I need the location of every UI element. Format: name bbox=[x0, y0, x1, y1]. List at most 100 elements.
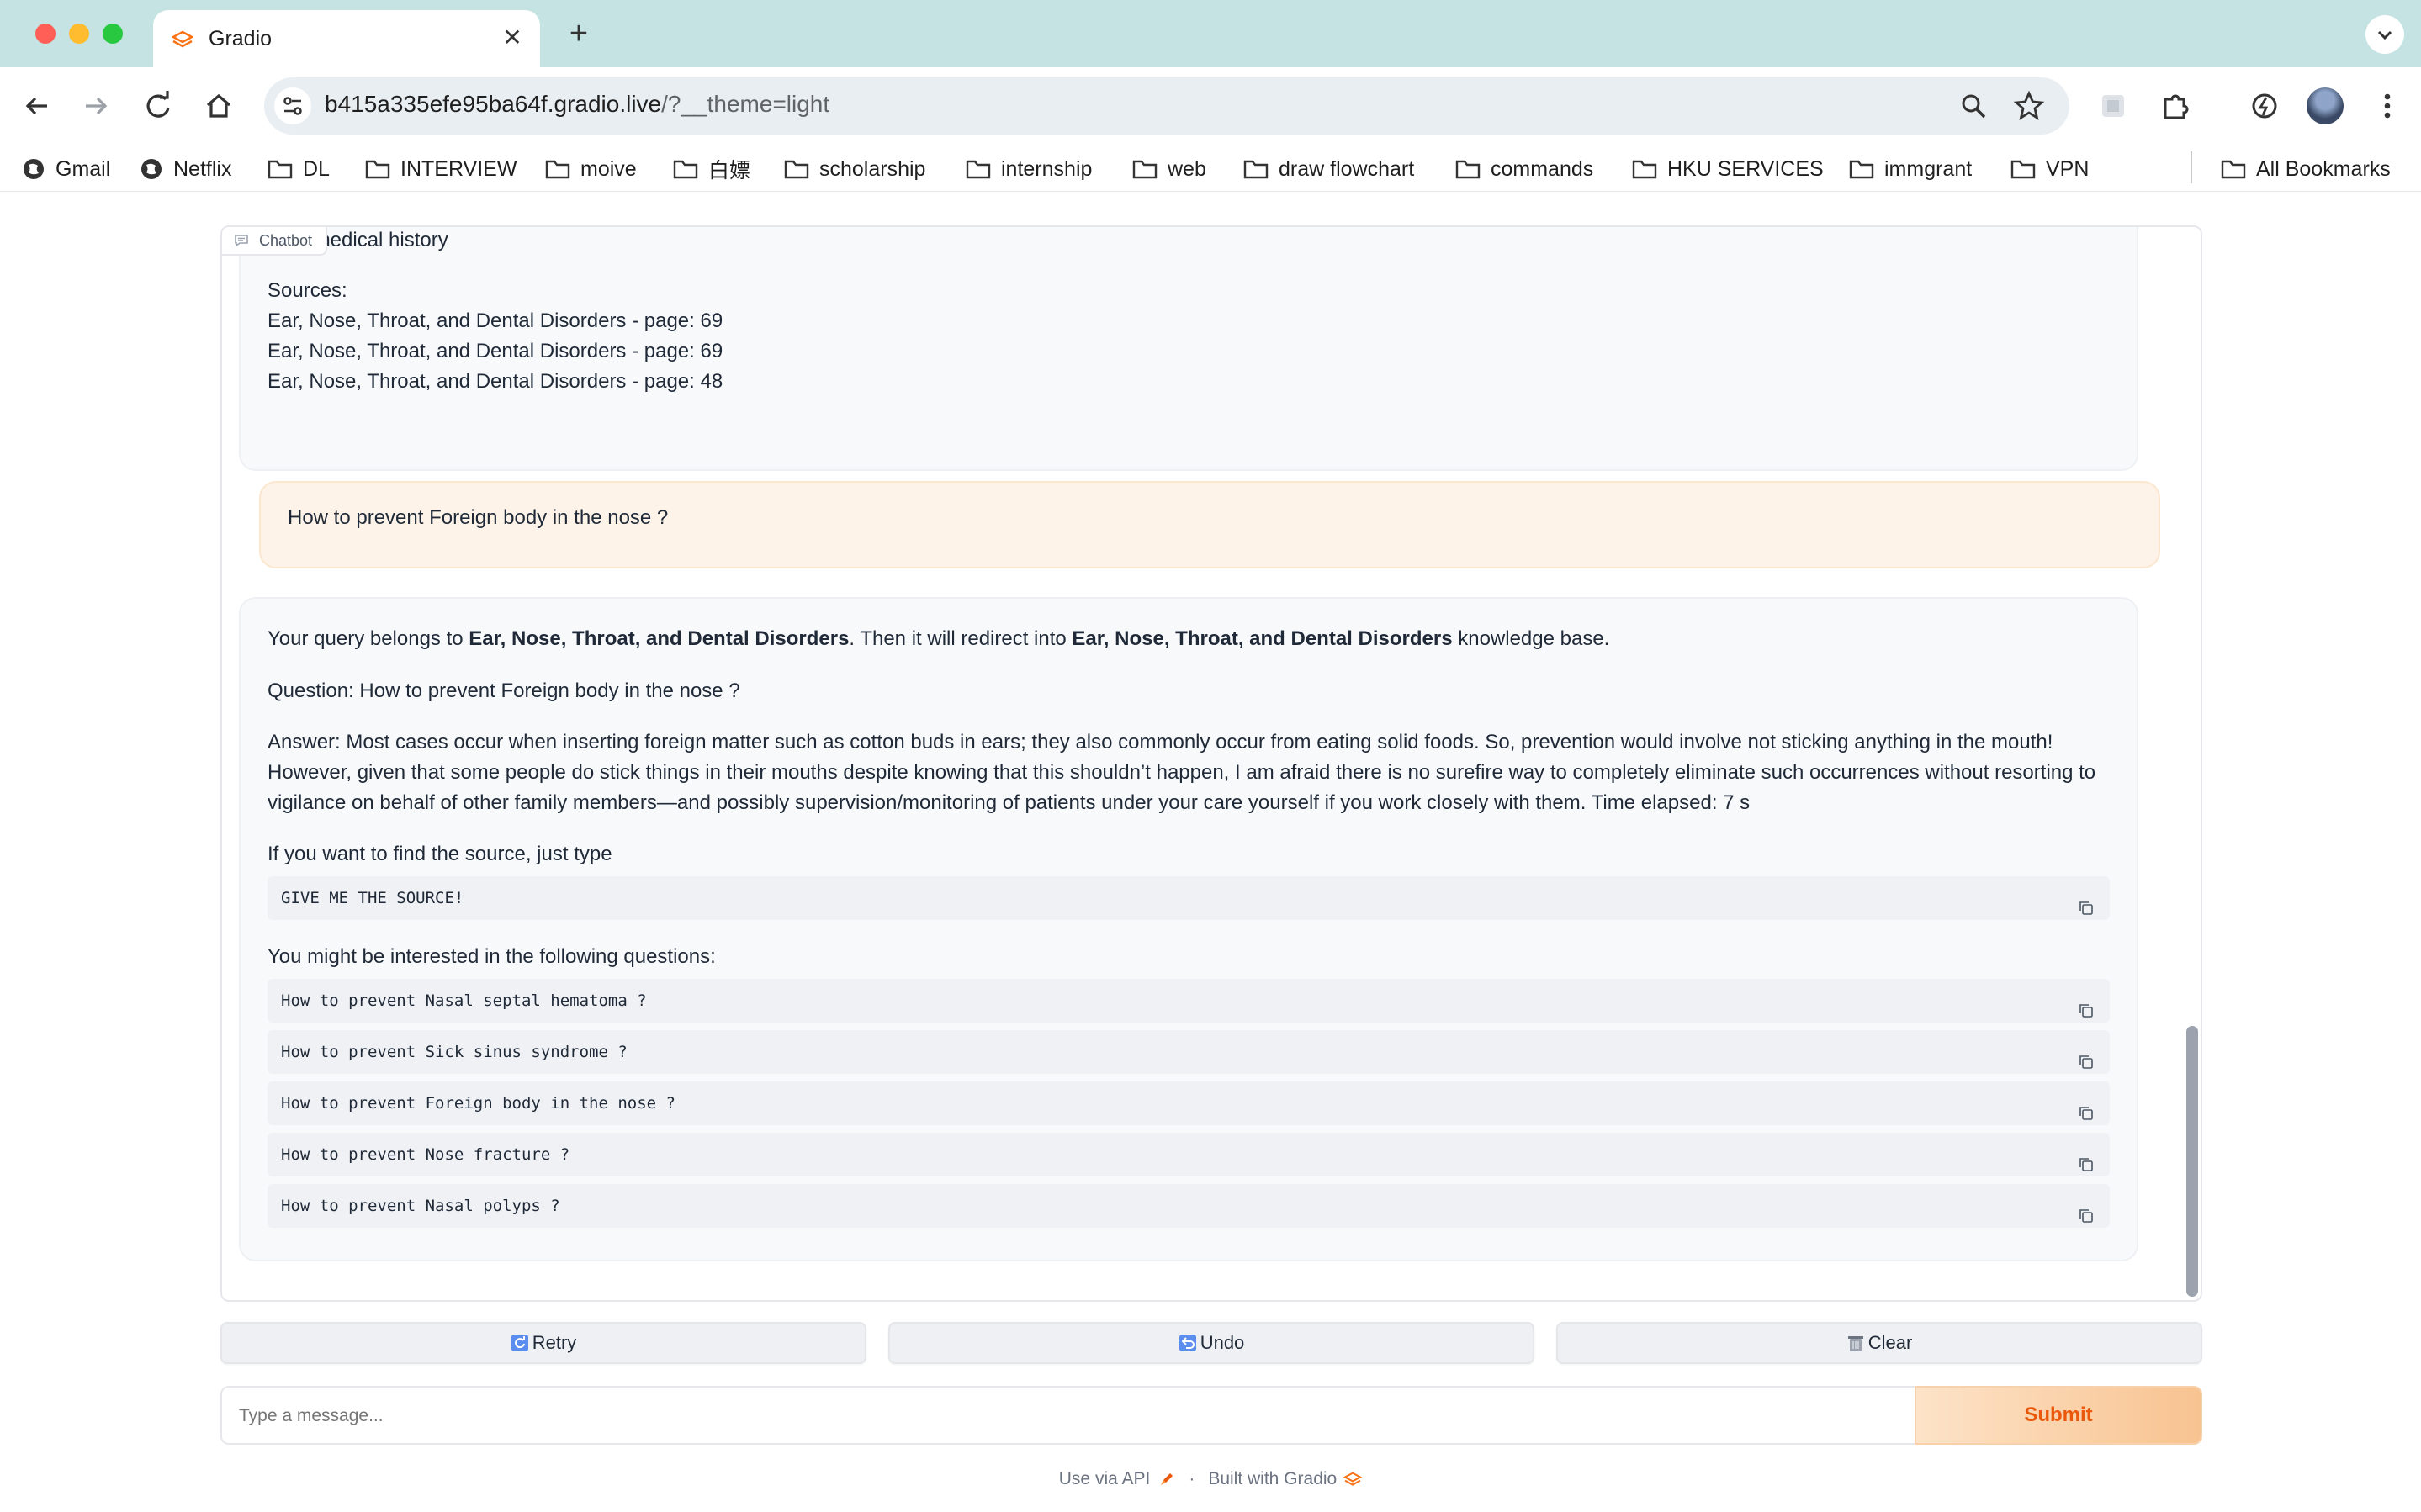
folder-icon bbox=[1455, 160, 1481, 179]
bookmark-folder-web[interactable]: web bbox=[1132, 154, 1206, 184]
bookmarks-divider bbox=[2191, 151, 2192, 183]
answer-line: vigilance on behalf of other family memb… bbox=[268, 791, 1751, 814]
zoom-icon[interactable] bbox=[1955, 87, 1992, 124]
reload-icon[interactable] bbox=[140, 87, 177, 124]
code-text: How to prevent Sick sinus syndrome ? bbox=[281, 1043, 628, 1061]
bookmark-label: internship bbox=[1001, 156, 1093, 181]
gradio-logo-icon bbox=[1343, 1472, 1363, 1486]
browser-tab-gradio[interactable]: Gradio ✕ bbox=[153, 10, 540, 67]
copy-icon[interactable] bbox=[2078, 1197, 2095, 1223]
folder-icon bbox=[1632, 160, 1657, 179]
profile-avatar[interactable] bbox=[2307, 87, 2344, 124]
bookmark-folder-hku[interactable]: HKU SERVICES bbox=[1632, 154, 1824, 184]
bookmark-label: web bbox=[1168, 156, 1206, 181]
routing-middle: . Then it will redirect into bbox=[849, 627, 1073, 650]
folder-icon bbox=[1849, 160, 1874, 179]
sources-label: Sources: bbox=[268, 279, 347, 302]
code-block-source-command: GIVE ME THE SOURCE! bbox=[268, 876, 2110, 920]
message-input[interactable] bbox=[220, 1386, 1915, 1445]
footer: Use via API · Built with Gradio bbox=[0, 1467, 2421, 1492]
folder-icon bbox=[2221, 160, 2246, 179]
minimize-window-button[interactable] bbox=[69, 24, 89, 44]
code-text: How to prevent Nose fracture ? bbox=[281, 1145, 570, 1164]
chatbot-label-text: Chatbot bbox=[259, 231, 313, 249]
bookmark-label: All Bookmarks bbox=[2256, 156, 2391, 181]
suggestion-code-block: How to prevent Nose fracture ? bbox=[268, 1133, 2110, 1176]
routing-suffix: knowledge base. bbox=[1452, 627, 1610, 650]
site-settings-icon[interactable] bbox=[274, 87, 311, 124]
copy-icon[interactable] bbox=[2078, 1044, 2095, 1069]
performance-icon[interactable] bbox=[2246, 87, 2283, 124]
gradio-app: Chatbot Past medical history Sources: Ea… bbox=[0, 192, 2421, 1512]
bookmark-folder-scholarship[interactable]: scholarship bbox=[784, 154, 925, 184]
copy-icon[interactable] bbox=[2078, 1146, 2095, 1171]
use-via-api-link[interactable]: Use via API bbox=[1059, 1469, 1151, 1489]
clear-button[interactable]: Clear bbox=[1556, 1322, 2202, 1364]
trash-icon bbox=[1847, 1336, 1863, 1351]
copy-icon[interactable] bbox=[2078, 992, 2095, 1018]
suggestion-code-block: How to prevent Foreign body in the nose … bbox=[268, 1081, 2110, 1125]
back-icon[interactable] bbox=[19, 87, 56, 124]
bookmark-gmail[interactable]: Gmail bbox=[22, 154, 110, 184]
source-item: Ear, Nose, Throat, and Dental Disorders … bbox=[268, 370, 723, 393]
folder-icon bbox=[673, 160, 698, 179]
bookmark-folder-internship[interactable]: internship bbox=[966, 154, 1092, 184]
copy-icon[interactable] bbox=[2078, 890, 2095, 915]
bookmark-folder-moive[interactable]: moive bbox=[545, 154, 637, 184]
query-routing-text: Your query belongs to Ear, Nose, Throat,… bbox=[268, 624, 1609, 654]
bookmark-label: Gmail bbox=[56, 156, 111, 181]
undo-button[interactable]: Undo bbox=[888, 1322, 1534, 1364]
bookmark-folder-commands[interactable]: commands bbox=[1455, 154, 1593, 184]
new-tab-icon[interactable]: + bbox=[562, 15, 596, 52]
undo-icon bbox=[1179, 1335, 1196, 1351]
bookmark-label: moive bbox=[580, 156, 637, 181]
all-bookmarks-folder[interactable]: All Bookmarks bbox=[2221, 154, 2391, 184]
home-icon[interactable] bbox=[200, 87, 237, 124]
routing-prefix: Your query belongs to bbox=[268, 627, 469, 650]
folder-icon bbox=[784, 160, 809, 179]
url-text[interactable]: b415a335efe95ba64f.gradio.live/?__theme=… bbox=[325, 91, 829, 118]
forward-icon[interactable] bbox=[77, 87, 114, 124]
source-item: Ear, Nose, Throat, and Dental Disorders … bbox=[268, 309, 723, 332]
folder-icon bbox=[545, 160, 570, 179]
answer-line: However, given that some people do stick… bbox=[268, 761, 2096, 784]
suggestions-label: You might be interested in the following… bbox=[268, 945, 716, 968]
clear-label: Clear bbox=[1867, 1332, 1913, 1353]
retry-icon bbox=[511, 1335, 528, 1351]
chat-scrollbar[interactable] bbox=[2182, 227, 2201, 1300]
bot-message-previous: Past medical history Sources: Ear, Nose,… bbox=[239, 227, 2138, 471]
bookmark-folder-interview[interactable]: INTERVIEW bbox=[365, 154, 517, 184]
bookmark-folder-baipiao[interactable]: 白嫖 bbox=[673, 154, 750, 184]
bookmark-netflix[interactable]: Netflix bbox=[140, 154, 231, 184]
maximize-window-button[interactable] bbox=[103, 24, 123, 44]
folder-icon bbox=[365, 160, 390, 179]
chevron-down-icon bbox=[2377, 30, 2392, 40]
bookmark-folder-vpn[interactable]: VPN bbox=[2010, 154, 2089, 184]
bookmark-label: scholarship bbox=[819, 156, 926, 181]
extension-icon[interactable] bbox=[2095, 87, 2132, 124]
puzzle-extensions-icon[interactable] bbox=[2157, 87, 2194, 124]
bookmark-label: HKU SERVICES bbox=[1667, 156, 1824, 181]
folder-icon bbox=[966, 160, 991, 179]
bookmark-folder-flowchart[interactable]: draw flowchart bbox=[1243, 154, 1414, 184]
bookmark-star-icon[interactable] bbox=[2010, 87, 2048, 124]
copy-icon[interactable] bbox=[2078, 1095, 2095, 1120]
folder-icon bbox=[2010, 160, 2036, 179]
url-path: /?__theme=light bbox=[661, 91, 830, 117]
bookmark-label: commands bbox=[1491, 156, 1594, 181]
bookmark-label: draw flowchart bbox=[1279, 156, 1415, 181]
code-text: GIVE ME THE SOURCE! bbox=[281, 889, 464, 907]
submit-button[interactable]: Submit bbox=[1915, 1386, 2202, 1445]
close-window-button[interactable] bbox=[35, 24, 56, 44]
code-text: How to prevent Nasal polyps ? bbox=[281, 1197, 560, 1215]
bookmark-folder-dl[interactable]: DL bbox=[268, 154, 330, 184]
bookmark-folder-immgrant[interactable]: immgrant bbox=[1849, 154, 1972, 184]
gradio-logo-icon bbox=[171, 30, 194, 49]
built-with-gradio-link[interactable]: Built with Gradio bbox=[1208, 1469, 1337, 1489]
scrollbar-thumb[interactable] bbox=[2186, 1026, 2198, 1297]
close-tab-icon[interactable]: ✕ bbox=[498, 24, 527, 52]
chatbot-label: Chatbot bbox=[222, 227, 328, 256]
retry-button[interactable]: Retry bbox=[220, 1322, 866, 1364]
menu-dots-icon[interactable] bbox=[2369, 87, 2406, 124]
tab-search-button[interactable] bbox=[2365, 15, 2404, 54]
